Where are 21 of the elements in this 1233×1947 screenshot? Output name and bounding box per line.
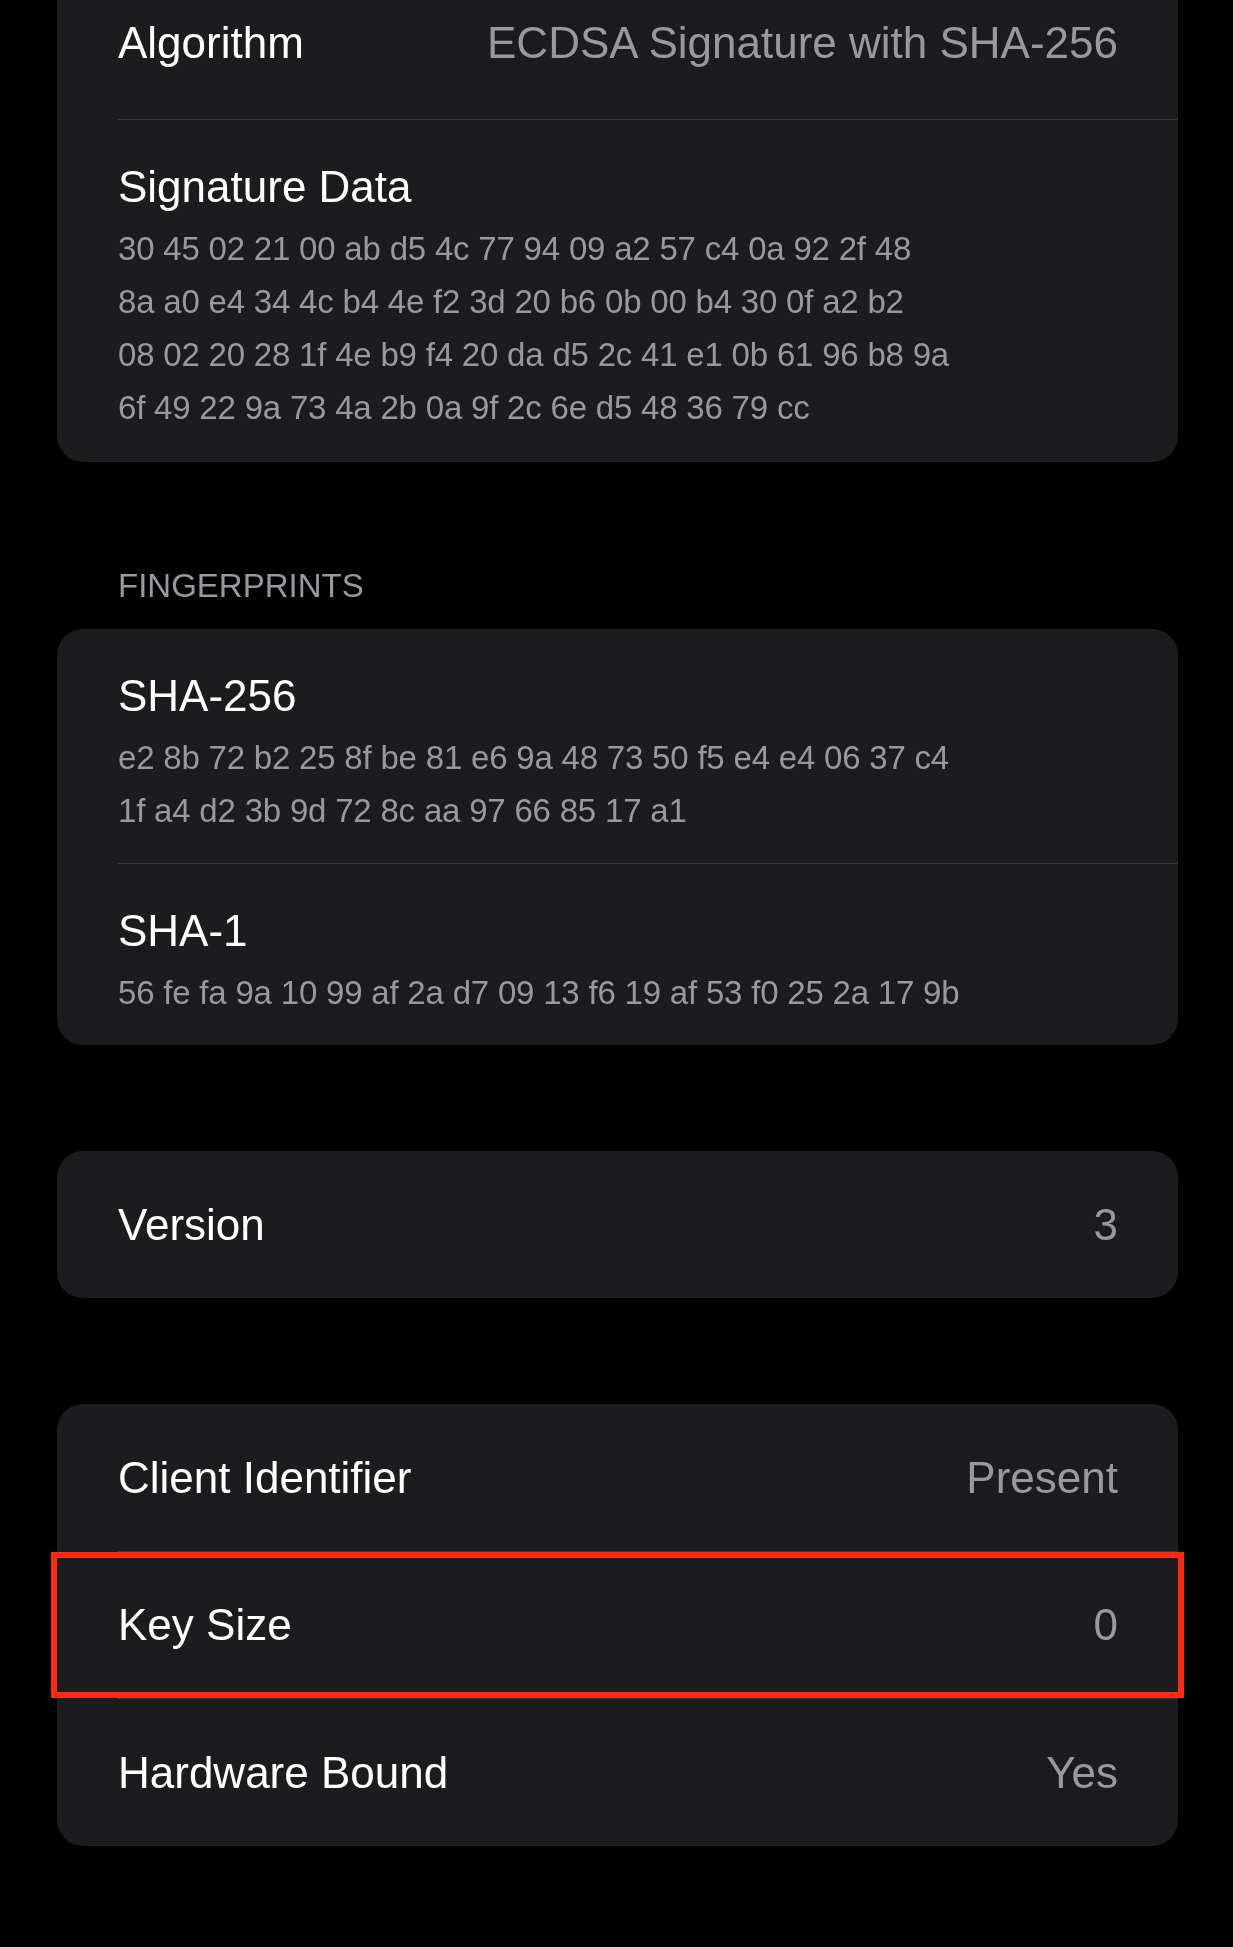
hex-text: 30 45 02 21 00 ab d5 4c 77 94 09 a2 57 c4 0a 92 2f 48: [118, 229, 913, 269]
section-header: FINGERPRINTS: [117, 566, 365, 606]
row-label: Signature Data: [118, 162, 413, 212]
hex-text: e2 8b 72 b2 25 8f be 81 e6 9a 48 73 50 f5 e4 e4 06 37 c4: [118, 738, 951, 778]
row-value: 3: [1093, 1199, 1118, 1250]
row-label: SHA-256: [118, 671, 298, 721]
row-label: Client Identifier: [118, 1452, 412, 1503]
hex-text: 56 fe fa 9a 10 99 af 2a d7 09 13 f6 19 af 53 f0 25 2a 17 9b: [118, 973, 961, 1013]
hex-text: 08 02 20 28 1f 4e b9 f4 20 da d5 2c 41 e1 0b 61 96 b8 9a: [118, 335, 951, 375]
row-label: Hardware Bound: [118, 1747, 449, 1798]
row-value: Yes: [1046, 1747, 1118, 1798]
row-label: Version: [118, 1199, 265, 1250]
hex-text: 8a a0 e4 34 4c b4 4e f2 3d 20 b6 0b 00 b4 30 0f a2 b2: [118, 282, 905, 322]
hex-text: 1f a4 d2 3b 9d 72 8c aa 97 66 85 17 a1: [118, 791, 688, 831]
row-value: ECDSA Signature with SHA-256: [487, 18, 1118, 68]
row-label: Key Size: [118, 1600, 292, 1650]
row-label: SHA-1: [118, 906, 249, 956]
row-label: Algorithm: [118, 18, 304, 68]
row-value: Present: [966, 1452, 1118, 1503]
row-value: 0: [1093, 1600, 1118, 1650]
hex-text: 6f 49 22 9a 73 4a 2b 0a 9f 2c 6e d5 48 36 79 cc: [118, 388, 811, 428]
